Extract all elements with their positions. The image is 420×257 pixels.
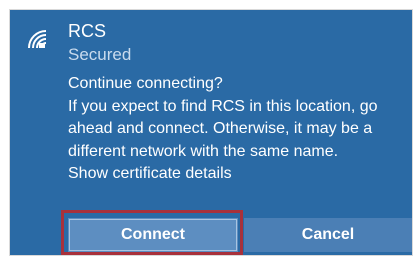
show-certificate-details-link[interactable]: Show certificate details (68, 163, 408, 186)
message-line: ahead and connect. Otherwise, it may be … (68, 120, 373, 137)
message-line: different network with the same name. (68, 142, 339, 160)
message-line: Continue connecting? (68, 75, 223, 92)
cancel-button[interactable]: Cancel (244, 218, 412, 252)
screenshot-frame: RCS Secured Continue connecting? If you … (0, 0, 420, 257)
connection-warning-message: Continue connecting? If you expect to fi… (68, 73, 408, 186)
message-line: If you expect to find RCS in this locati… (68, 97, 378, 115)
network-name: RCS (68, 21, 107, 41)
connect-button[interactable]: Connect (68, 218, 238, 252)
wifi-secured-icon (26, 28, 50, 50)
network-security-status: Secured (68, 45, 132, 64)
